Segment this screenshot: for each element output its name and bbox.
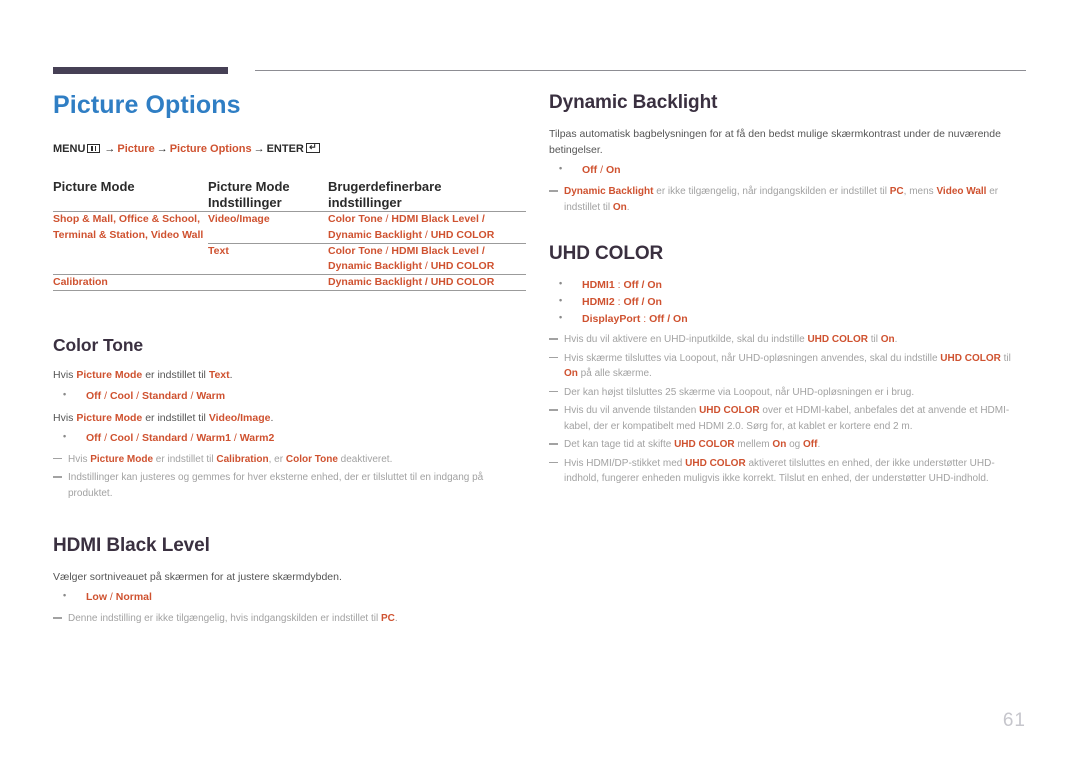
note-item: Hvis du vil anvende tilstanden UHD COLOR…	[549, 403, 1027, 434]
table-cell-setting-text: Text	[208, 242, 328, 275]
table-cell-custom-line2: Dynamic Backlight / UHD COLOR	[328, 260, 495, 273]
left-column: Picture Options MENU → Picture → Picture Opt…	[53, 91, 526, 629]
page-number: 61	[1002, 710, 1026, 731]
color-tone-intro1-pre: Hvis	[53, 369, 77, 382]
option-label: HDMI1	[582, 278, 615, 291]
color-tone-options-text: Off / Cool / Standard / Warm	[53, 387, 526, 405]
table-cell-mode-calibration: Calibration	[53, 274, 208, 291]
breadcrumb-arrow-1: →	[104, 142, 116, 155]
table-header-row: Picture Mode Picture Mode Indstillinger …	[53, 179, 526, 212]
table-header-col3-line1: Brugerdefinerbare	[328, 178, 442, 194]
note-item: Hvis du vil aktivere en UHD-inputkilde, …	[549, 332, 1027, 348]
table-cell-picture-mode-group: Shop & Mall, Office & School, Terminal &…	[53, 211, 208, 275]
color-tone-notes: Hvis Picture Mode er indstillet til Cali…	[53, 452, 526, 502]
note-item: Der kan højst tilsluttes 25 skærme via L…	[549, 385, 1027, 401]
breadcrumb-arrow-3: →	[253, 142, 265, 155]
option-values: Off / On	[623, 295, 662, 308]
uhd-color-notes: Hvis du vil aktivere en UHD-inputkilde, …	[549, 332, 1027, 487]
note-item: Hvis Picture Mode er indstillet til Cali…	[53, 452, 526, 468]
color-tone-intro1-post: .	[229, 369, 233, 382]
table-cell-mode-line1: Shop & Mall, Office & School,	[53, 213, 201, 226]
picture-mode-table: Picture Mode Picture Mode Indstillinger …	[53, 179, 526, 302]
table-row: Shop & Mall, Office & School, Terminal &…	[53, 211, 526, 275]
option-values: Off / On	[623, 278, 662, 291]
table-header-col3-line2: indstillinger	[328, 195, 402, 211]
menu-grid-icon	[87, 143, 101, 153]
color-tone-intro2-post: .	[270, 411, 274, 424]
breadcrumb-item-picture-options[interactable]: Picture Options	[170, 143, 252, 155]
right-column: Dynamic Backlight Tilpas automatisk bagb…	[549, 92, 1027, 490]
page-header	[0, 0, 1080, 80]
note-item: Hvis skærme tilsluttes via Loopout, når …	[549, 351, 1027, 382]
section-title-dynamic-backlight: Dynamic Backlight	[549, 92, 718, 113]
table-cell-custom-line1: Color Tone / HDMI Black Level /	[328, 244, 485, 257]
option-item[interactable]: Off / On	[559, 161, 1027, 179]
table-cell-custom-text: Color Tone / HDMI Black Level / Dynamic …	[328, 242, 526, 275]
section-title-uhd-color: UHD COLOR	[549, 243, 664, 265]
color-tone-intro2-kw2: Video/Image	[208, 411, 271, 424]
option-item-hdmi2[interactable]: HDMI2 : Off / On	[559, 293, 1027, 311]
hdmi-black-level-options: Low / Normal	[53, 588, 526, 606]
table-cell-custom-calibration: Dynamic Backlight / UHD COLOR	[328, 274, 526, 291]
table-bottom-rule-2	[208, 290, 328, 302]
note-item: Indstillinger kan justeres og gemmes for…	[53, 470, 526, 501]
table-header-custom-settings: Brugerdefinerbare indstillinger	[328, 179, 526, 212]
breadcrumb-enter-label: ENTER	[266, 142, 304, 155]
dynamic-backlight-options: Off / On	[549, 161, 1027, 179]
table-cell-custom-line2: Dynamic Backlight / UHD COLOR	[328, 228, 495, 241]
breadcrumb: MENU → Picture → Picture Options → ENTER ↵	[53, 142, 526, 157]
color-tone-options-video: Off / Cool / Standard / Warm1 / Warm2	[53, 429, 526, 447]
color-tone-intro1-kw2: Text	[208, 369, 230, 382]
uhd-color-options: HDMI1 : Off / On HDMI2 : Off / On Displa…	[549, 276, 1027, 328]
option-item-hdmi1[interactable]: HDMI1 : Off / On	[559, 276, 1027, 294]
option-label: DisplayPort	[582, 312, 641, 325]
breadcrumb-item-picture[interactable]: Picture	[117, 143, 154, 155]
table-header-picture-mode-settings: Picture Mode Indstillinger	[208, 179, 328, 212]
color-tone-intro2-kw1: Picture Mode	[76, 411, 143, 424]
hdmi-black-level-notes: Denne indstilling er ikke tilgængelig, h…	[53, 611, 526, 627]
option-item[interactable]: Off / Cool / Standard / Warm	[63, 387, 526, 405]
enter-key-glyph: ↵	[309, 142, 317, 152]
color-tone-intro-video: Hvis Picture Mode er indstillet til Vide…	[53, 410, 526, 426]
table-header-col2-line2: Indstillinger	[208, 195, 282, 211]
table-bottom-rule-1	[53, 290, 208, 302]
note-item: Hvis HDMI/DP-stikket med UHD COLOR aktiv…	[549, 456, 1027, 487]
color-tone-intro2-pre: Hvis	[53, 411, 77, 424]
table-cell-custom-line1: Color Tone / HDMI Black Level /	[328, 213, 485, 226]
table-header-picture-mode: Picture Mode	[53, 178, 135, 194]
section-title-hdmi-black-level: HDMI Black Level	[53, 535, 210, 557]
note-item: Denne indstilling er ikke tilgængelig, h…	[53, 611, 526, 627]
breadcrumb-menu-label: MENU	[53, 142, 86, 155]
header-accent-bar	[53, 67, 228, 74]
table-header-col2-line1: Picture Mode	[208, 178, 290, 194]
table-bottom-rule-row	[53, 290, 526, 302]
enter-key-icon: ↵	[305, 142, 320, 153]
note-item: Det kan tage tid at skifte UHD COLOR mel…	[549, 437, 1027, 453]
table-cell-setting-calibration	[208, 274, 328, 291]
option-label: HDMI2	[582, 295, 615, 308]
option-item[interactable]: Off / Cool / Standard / Warm1 / Warm2	[63, 429, 526, 447]
table-bottom-rule-3	[328, 290, 526, 302]
dynamic-backlight-description: Tilpas automatisk bagbelysningen for at …	[549, 127, 1001, 157]
dynamic-backlight-notes: Dynamic Backlight er ikke tilgængelig, n…	[549, 184, 1027, 215]
breadcrumb-arrow-2: →	[156, 142, 168, 155]
hdmi-black-level-description: Vælger sortniveauet på skærmen for at ju…	[53, 570, 342, 583]
color-tone-intro-text: Hvis Picture Mode er indstillet til Text…	[53, 367, 526, 383]
table-cell-setting-video-image: Video/Image	[208, 211, 328, 244]
table-row: Calibration Dynamic Backlight / UHD COLO…	[53, 274, 526, 291]
option-item-displayport[interactable]: DisplayPort : Off / On	[559, 310, 1027, 328]
table-cell-mode-line2: Terminal & Station, Video Wall	[53, 228, 204, 241]
color-tone-intro2-mid: er indstillet til	[142, 411, 209, 424]
option-values: Off / On	[649, 312, 688, 325]
section-title-color-tone: Color Tone	[53, 335, 144, 356]
option-item[interactable]: Low / Normal	[63, 588, 526, 606]
page-title: Picture Options	[53, 91, 241, 119]
header-rule	[255, 70, 1026, 71]
color-tone-intro1-kw1: Picture Mode	[76, 369, 143, 382]
note-item: Dynamic Backlight er ikke tilgængelig, n…	[549, 184, 1027, 215]
table-cell-custom-video-image: Color Tone / HDMI Black Level / Dynamic …	[328, 211, 526, 244]
color-tone-intro1-mid: er indstillet til	[142, 369, 209, 382]
